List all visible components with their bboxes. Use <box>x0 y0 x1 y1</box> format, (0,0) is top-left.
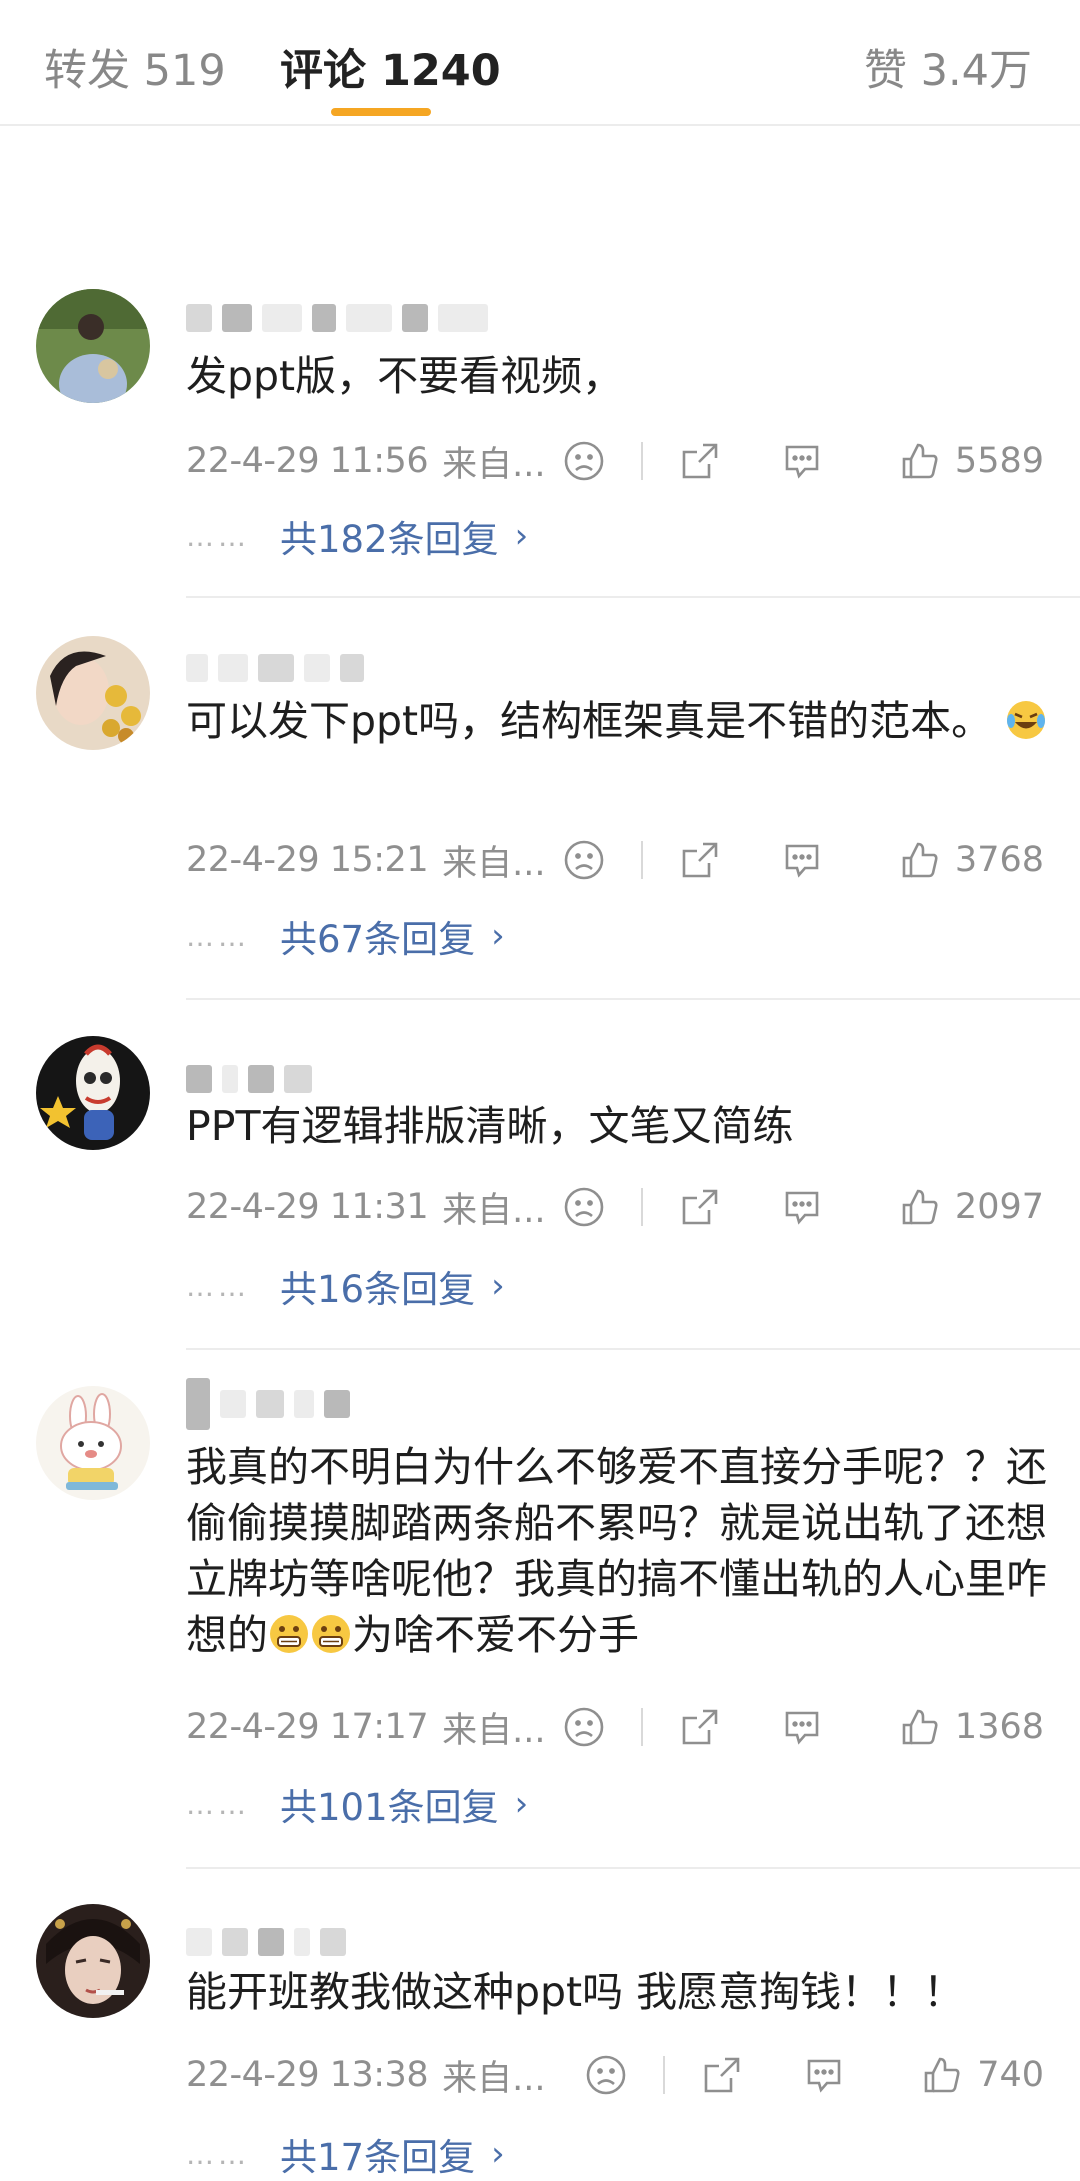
avatar[interactable] <box>36 1386 150 1500</box>
comment-meta: 22-4-29 11:56 来自... 5589 <box>186 436 1044 486</box>
username[interactable] <box>186 1059 312 1099</box>
tab-comments[interactable]: 评论 1240 <box>280 36 501 98</box>
sad-face-icon[interactable] <box>563 1186 605 1228</box>
avatar[interactable] <box>36 636 150 750</box>
comment-time: 22-4-29 17:17 <box>186 1707 429 1747</box>
share-icon[interactable] <box>679 1186 721 1228</box>
comment-source[interactable]: 来自... <box>442 2050 545 2101</box>
comment-text: 我真的不明白为什么不够爱不直接分手呢？？还偷偷摸摸脚踏两条船不累吗？就是说出轨了… <box>186 1439 1048 1663</box>
comment-source[interactable]: 来自... <box>442 436 545 487</box>
comment-text: 可以发下ppt吗，结构框架真是不错的范本。 <box>186 693 1048 749</box>
comment-meta: 22-4-29 11:31 来自... 2097 <box>186 1182 1044 1232</box>
grimace-emoji-icon <box>268 1613 310 1655</box>
like-count: 740 <box>977 2055 1044 2095</box>
view-replies-link[interactable]: …… 共16条回复 › <box>186 1261 505 1311</box>
reply-dots: …… <box>186 1269 250 1303</box>
thumbs-up-icon[interactable] <box>921 2054 963 2096</box>
chat-bubble-icon[interactable] <box>781 1186 823 1228</box>
avatar[interactable] <box>36 1036 150 1150</box>
comment-meta: 22-4-29 13:38 来自... 740 <box>186 2050 1044 2100</box>
divider <box>640 442 643 480</box>
chevron-right-icon: › <box>514 516 529 556</box>
chat-bubble-icon[interactable] <box>781 440 823 482</box>
view-replies-link[interactable]: …… 共67条回复 › <box>186 911 505 961</box>
view-replies-link[interactable]: …… 共182条回复 › <box>186 511 528 561</box>
comment-divider <box>186 596 1080 598</box>
reply-count: 共16条回复 <box>280 1268 476 1311</box>
comment-divider <box>186 1348 1080 1350</box>
reply-count: 共67条回复 <box>280 918 476 961</box>
comment-meta: 22-4-29 15:21 来自... 3768 <box>186 835 1044 885</box>
reply-count: 共101条回复 <box>280 1786 499 1829</box>
chat-bubble-icon[interactable] <box>781 1706 823 1748</box>
reply-count: 共17条回复 <box>280 2136 476 2179</box>
like-count: 1368 <box>954 1707 1044 1747</box>
comment-text-content: 可以发下ppt吗，结构框架真是不错的范本。 <box>186 697 993 745</box>
reply-dots: …… <box>186 519 250 553</box>
chat-bubble-icon[interactable] <box>781 839 823 881</box>
reply-count: 共182条回复 <box>280 518 499 561</box>
chat-bubble-icon[interactable] <box>803 2054 845 2096</box>
like-count: 2097 <box>954 1187 1044 1227</box>
laughing-tears-emoji-icon <box>1005 699 1047 741</box>
share-icon[interactable] <box>701 2054 743 2096</box>
view-replies-link[interactable]: …… 共17条回复 › <box>186 2129 505 2179</box>
view-replies-link[interactable]: …… 共101条回复 › <box>186 1779 528 1829</box>
username[interactable] <box>186 298 488 338</box>
reply-dots: …… <box>186 919 250 953</box>
divider <box>663 2056 666 2094</box>
grimace-emoji-icon <box>310 1613 352 1655</box>
thumbs-up-icon[interactable] <box>899 1186 941 1228</box>
like-count: 5589 <box>954 441 1044 481</box>
username[interactable] <box>186 1922 346 1962</box>
share-icon[interactable] <box>679 1706 721 1748</box>
comment-text: 发ppt版，不要看视频， <box>186 352 624 400</box>
active-tab-indicator <box>331 108 431 116</box>
avatar[interactable] <box>36 289 150 403</box>
sad-face-icon[interactable] <box>563 1706 605 1748</box>
comment-divider <box>186 1867 1080 1869</box>
thumbs-up-icon[interactable] <box>899 1706 941 1748</box>
thumbs-up-icon[interactable] <box>899 440 941 482</box>
share-icon[interactable] <box>679 440 721 482</box>
chevron-right-icon: › <box>491 916 505 956</box>
thumbs-up-icon[interactable] <box>899 839 941 881</box>
comment-time: 22-4-29 15:21 <box>186 840 429 880</box>
like-count: 3768 <box>954 840 1044 880</box>
comment-source[interactable]: 来自... <box>442 1182 545 1233</box>
chevron-right-icon: › <box>514 1784 529 1824</box>
comment-divider <box>186 998 1080 1000</box>
chevron-right-icon: › <box>491 2134 505 2174</box>
chevron-right-icon: › <box>491 1266 505 1306</box>
comment-tabs: 转发 519 评论 1240 赞 3.4万 <box>0 0 1080 126</box>
comment-source[interactable]: 来自... <box>442 1702 545 1753</box>
comment-text: PPT有逻辑排版清晰，文笔又简练 <box>186 1102 794 1150</box>
username[interactable] <box>186 648 364 688</box>
avatar[interactable] <box>36 1904 150 2018</box>
share-icon[interactable] <box>679 839 721 881</box>
comment-text: 能开班教我做这种ppt吗 我愿意掏钱！！！ <box>186 1968 965 2016</box>
reply-dots: …… <box>186 1787 250 1821</box>
comment-meta: 22-4-29 17:17 来自... 1368 <box>186 1702 1044 1752</box>
tab-likes[interactable]: 赞 3.4万 <box>864 36 1032 98</box>
tab-repost[interactable]: 转发 519 <box>44 36 226 98</box>
comment-text-tail: 为啥不爱不分手 <box>352 1611 639 1659</box>
divider <box>640 1708 643 1746</box>
comment-time: 22-4-29 11:31 <box>186 1187 429 1227</box>
divider <box>640 841 643 879</box>
comment-time: 22-4-29 11:56 <box>186 441 429 481</box>
reply-dots: …… <box>186 2137 250 2171</box>
comment-time: 22-4-29 13:38 <box>186 2055 429 2095</box>
sad-face-icon[interactable] <box>563 839 605 881</box>
username[interactable] <box>186 1378 350 1430</box>
sad-face-icon[interactable] <box>563 440 605 482</box>
sad-face-icon[interactable] <box>585 2054 627 2096</box>
divider <box>640 1188 643 1226</box>
comment-source[interactable]: 来自... <box>442 835 545 886</box>
